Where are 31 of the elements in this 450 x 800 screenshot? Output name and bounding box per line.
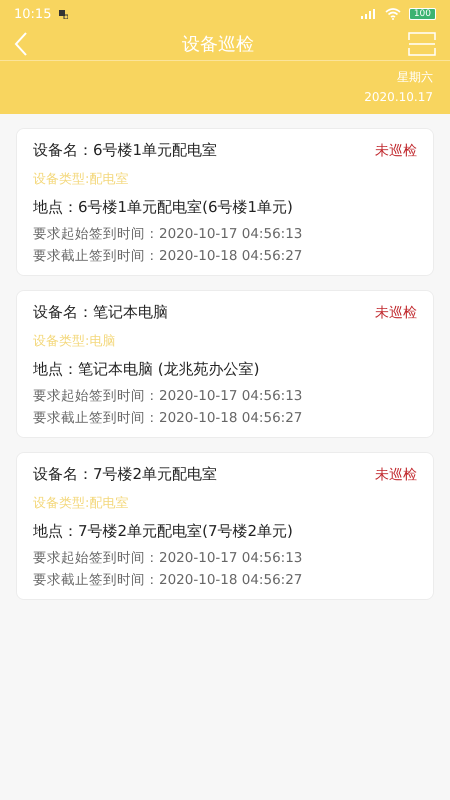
- scan-icon[interactable]: [408, 32, 436, 56]
- device-type: 设备类型:配电室: [33, 495, 130, 512]
- status-time: 10:15: [14, 6, 52, 22]
- end-time: 要求截止签到时间：2020-10-18 04:56:27: [33, 409, 304, 427]
- page-title: 设备巡检: [182, 33, 254, 56]
- end-time: 要求截止签到时间：2020-10-18 04:56:27: [33, 571, 304, 589]
- device-card[interactable]: 设备名：7号楼2单元配电室 未巡检 设备类型:配电室 地点：7号楼2单元配电室(7号楼2单元) 要求起始签到时间：2020-10-17 04:56:13 要求截止签到时间：2020-10-18 04:56:27: [16, 452, 434, 600]
- device-card[interactable]: 设备名：6号楼1单元配电室 未巡检 设备类型:配电室 地点：6号楼1单元配电室(6号楼1单元) 要求起始签到时间：2020-10-17 04:56:13 要求截止签到时间：2020-10-18 04:56:27: [16, 128, 434, 276]
- back-icon[interactable]: [14, 32, 28, 56]
- device-name: 设备名：6号楼1单元配电室: [33, 141, 218, 160]
- device-card[interactable]: 设备名：笔记本电脑 未巡检 设备类型:电脑 地点：笔记本电脑 (龙兆苑办公室) 要求起始签到时间：2020-10-17 04:56:13 要求截止签到时间：2020-10-18 04:56:27: [16, 290, 434, 438]
- device-name: 设备名：7号楼2单元配电室: [33, 465, 218, 484]
- signal-icon: [360, 9, 377, 19]
- end-time: 要求截止签到时间：2020-10-18 04:56:27: [33, 247, 304, 265]
- start-time: 要求起始签到时间：2020-10-17 04:56:13: [33, 387, 304, 405]
- wifi-icon: [384, 8, 401, 20]
- device-type: 设备类型:配电室: [33, 171, 130, 188]
- weekday-label: 星期六: [397, 69, 433, 86]
- date-label: 2020.10.17: [364, 90, 433, 104]
- device-location: 地点：笔记本电脑 (龙兆苑办公室): [33, 360, 260, 379]
- battery-indicator: 100: [408, 8, 436, 20]
- inspection-status: 未巡检: [375, 142, 417, 160]
- device-type: 设备类型:电脑: [33, 333, 116, 350]
- inspection-status: 未巡检: [375, 304, 417, 322]
- inspection-status: 未巡检: [375, 466, 417, 484]
- device-location: 地点：7号楼2单元配电室(7号楼2单元): [33, 522, 294, 541]
- notification-icon: [59, 10, 68, 18]
- device-name: 设备名：笔记本电脑: [33, 303, 168, 322]
- start-time: 要求起始签到时间：2020-10-17 04:56:13: [33, 225, 304, 243]
- start-time: 要求起始签到时间：2020-10-17 04:56:13: [33, 549, 304, 567]
- device-location: 地点：6号楼1单元配电室(6号楼1单元): [33, 198, 294, 217]
